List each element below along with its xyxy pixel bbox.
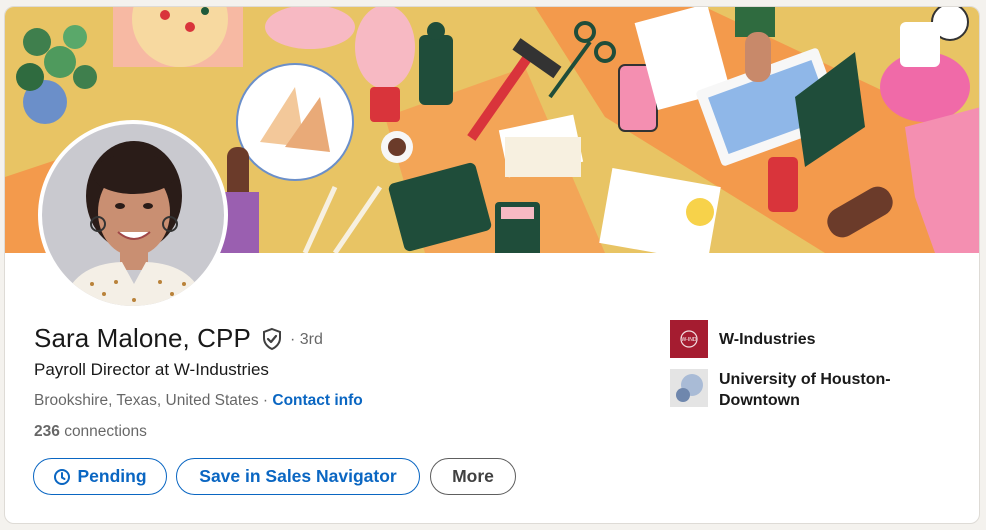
profile-headline: Payroll Director at W-Industries (34, 360, 269, 379)
name-row: Sara Malone, CPP · 3rd (34, 323, 323, 354)
org-name-w-industries: W-Industries (719, 331, 816, 348)
org-name-uhd: University of Houston-Downtown (719, 371, 891, 409)
profile-photo[interactable] (38, 120, 228, 310)
location-row: Brookshire, Texas, United States · Conta… (34, 392, 363, 410)
clock-icon (54, 468, 71, 485)
contact-info-link[interactable]: Contact info (272, 392, 362, 409)
profile-name: Sara Malone, CPP (34, 323, 251, 353)
org-w-industries[interactable]: W-IND W-Industries (670, 320, 909, 358)
profile-card: Sara Malone, CPP · 3rd Payroll Director … (4, 6, 980, 524)
org-uhd[interactable]: University of Houston-Downtown (670, 369, 909, 411)
connections-number: 236 (34, 423, 60, 440)
pending-label: Pending (77, 466, 147, 486)
connections-count[interactable]: 236 connections (34, 423, 147, 441)
separator: · (262, 392, 269, 409)
more-button[interactable]: More (430, 458, 516, 495)
connection-degree: · 3rd (289, 330, 323, 348)
profile-location: Brookshire, Texas, United States (34, 392, 259, 409)
connections-label: connections (64, 423, 147, 440)
save-in-sales-navigator-button[interactable]: Save in Sales Navigator (176, 458, 420, 495)
uhd-logo-icon (670, 369, 708, 407)
shield-check-icon[interactable] (260, 327, 284, 351)
pending-button[interactable]: Pending (33, 458, 167, 495)
svg-text:W-IND: W-IND (682, 337, 697, 343)
w-industries-logo-icon: W-IND (670, 320, 708, 358)
avatar (42, 124, 224, 306)
